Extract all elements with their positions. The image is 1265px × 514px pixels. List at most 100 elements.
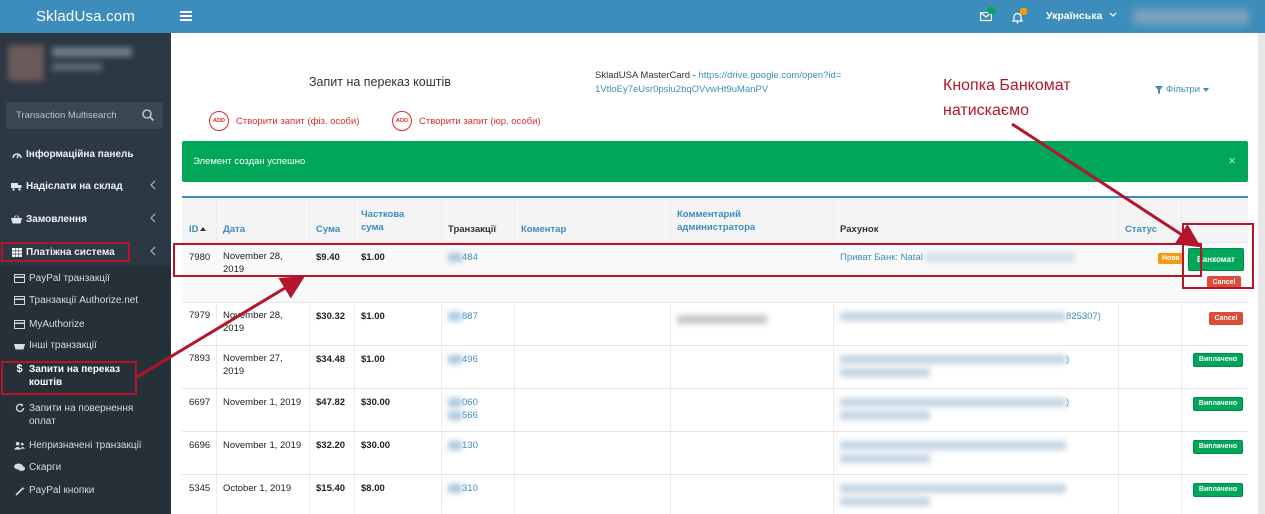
sidebar-item-myauthorize[interactable]: MyAuthorize bbox=[0, 319, 171, 330]
brand-logo[interactable]: SkladUsa.com bbox=[0, 0, 171, 33]
sidebar-item-paypal-buttons[interactable]: PayPal кнопки bbox=[0, 485, 171, 496]
sidebar-item-other-transactions[interactable]: Інші транзакції bbox=[0, 340, 171, 351]
column-header-date[interactable]: Дата bbox=[223, 223, 245, 236]
mail-badge bbox=[988, 7, 995, 14]
sidebar-item-label: Скарги bbox=[29, 462, 62, 473]
chevron-left-icon bbox=[150, 213, 156, 223]
sidebar-item-label: PayPal кнопки bbox=[29, 485, 95, 496]
create-individual-label: Створити запит (фіз. особи) bbox=[236, 115, 360, 127]
bell-icon[interactable] bbox=[1012, 8, 1027, 24]
create-company-label: Створити запит (юр. особи) bbox=[419, 115, 541, 127]
add-icon: ADD bbox=[209, 111, 229, 131]
sidebar-item-complaints[interactable]: Скарги bbox=[0, 462, 171, 473]
sidebar-item-label: Інформаційна панель bbox=[26, 148, 134, 160]
column-header-comment[interactable]: Коментар bbox=[521, 223, 566, 236]
annotation-callout: Кнопка Банкомат натискаємо bbox=[939, 73, 1099, 123]
create-company-request-button[interactable]: ADD Створити запит (юр. особи) bbox=[392, 111, 541, 131]
row-transaction-link[interactable]: 887 bbox=[448, 310, 478, 323]
row-partial-sum: $30.00 bbox=[361, 440, 391, 451]
mail-icon[interactable] bbox=[980, 7, 995, 23]
filters-label: Фільтри bbox=[1166, 84, 1201, 95]
create-individual-request-button[interactable]: ADD Створити запит (фіз. особи) bbox=[209, 111, 359, 131]
credit-card-icon bbox=[14, 273, 25, 283]
status-badge: Виплачено bbox=[1193, 483, 1243, 497]
row-id: 6697 bbox=[189, 397, 211, 408]
user-menu[interactable] bbox=[1133, 9, 1249, 25]
cancel-button[interactable]: Cancel bbox=[1209, 312, 1243, 325]
annotation-highlight-row bbox=[173, 243, 1202, 277]
annotation-highlight-atm-button bbox=[1182, 223, 1254, 289]
row-sum: $15.40 bbox=[316, 483, 346, 494]
close-icon[interactable]: × bbox=[1228, 153, 1236, 168]
sort-asc-icon bbox=[199, 227, 206, 231]
column-header-admin-comment[interactable]: Комментарий администратора bbox=[677, 208, 787, 234]
status-badge: Виплачено bbox=[1193, 353, 1243, 367]
row-date: November 1, 2019 bbox=[223, 397, 302, 408]
row-id: 7979 bbox=[189, 310, 211, 321]
sidebar-item-authorize-transactions[interactable]: Транзакції Authorize.net bbox=[0, 295, 171, 306]
users-icon bbox=[14, 440, 25, 450]
column-header-partial-sum[interactable]: Часткова сума bbox=[361, 208, 421, 234]
sidebar-item-dashboard[interactable]: Інформаційна панель bbox=[0, 144, 171, 164]
avatar bbox=[8, 45, 44, 81]
sidebar-item-orders[interactable]: Замовлення bbox=[0, 209, 171, 229]
row-account[interactable]: ) bbox=[840, 353, 1080, 379]
chevron-left-icon bbox=[150, 246, 156, 256]
sidebar-item-label: Інші транзакції bbox=[29, 340, 97, 351]
row-transaction-link[interactable]: 310 bbox=[448, 482, 478, 495]
column-header-id[interactable]: ID bbox=[189, 223, 206, 236]
row-date: November 27, 2019 bbox=[223, 353, 283, 377]
annotation-highlight-payment-system bbox=[1, 242, 130, 262]
sidebar-item-unassigned-transactions[interactable]: Непризначені транзакції bbox=[0, 440, 171, 451]
caret-down-icon bbox=[1203, 87, 1210, 92]
row-account[interactable] bbox=[840, 439, 1080, 465]
sidebar-item-label: Транзакції Authorize.net bbox=[29, 295, 139, 306]
basket-icon bbox=[11, 214, 22, 224]
language-selector[interactable]: Українська bbox=[1046, 10, 1102, 22]
row-transaction-link[interactable]: 496 bbox=[448, 353, 478, 366]
row-transaction-link[interactable]: 130 bbox=[448, 439, 478, 452]
sidebar-item-paypal-transactions[interactable]: PayPal транзакції bbox=[0, 273, 171, 284]
column-header-status[interactable]: Статус bbox=[1125, 223, 1157, 236]
row-id: 7893 bbox=[189, 353, 211, 364]
row-account[interactable]: 825307) bbox=[840, 310, 1101, 323]
scrollbar[interactable] bbox=[1258, 33, 1265, 514]
search-icon[interactable] bbox=[141, 108, 155, 122]
credit-card-icon bbox=[14, 295, 25, 305]
row-sum: $32.20 bbox=[316, 440, 346, 451]
row-sum: $34.48 bbox=[316, 354, 346, 365]
hamburger-icon[interactable] bbox=[180, 10, 192, 22]
filters-dropdown[interactable]: Фільтри bbox=[1155, 84, 1210, 95]
row-account[interactable]: ) bbox=[840, 396, 1080, 422]
row-partial-sum: $1.00 bbox=[361, 354, 385, 365]
search-input[interactable]: Transaction Multisearch bbox=[6, 102, 163, 129]
status-badge: Виплачено bbox=[1193, 397, 1243, 411]
sidebar-item-label: Замовлення bbox=[26, 213, 87, 225]
user-name-blurred bbox=[52, 47, 132, 57]
refresh-icon bbox=[14, 402, 25, 413]
filter-icon bbox=[1155, 85, 1163, 94]
success-alert: Элемент создан успешно × bbox=[182, 141, 1248, 182]
caret-down-icon[interactable] bbox=[1109, 12, 1117, 18]
annotation-highlight-transfer-requests bbox=[1, 361, 137, 395]
dashboard-icon bbox=[11, 150, 22, 159]
notification-badge bbox=[1020, 8, 1027, 15]
table-row[interactable] bbox=[182, 345, 1248, 388]
user-status-blurred bbox=[52, 63, 102, 71]
sidebar-item-label: MyAuthorize bbox=[29, 319, 85, 330]
table-row[interactable] bbox=[182, 388, 1248, 431]
row-transaction-link[interactable]: 060 566 bbox=[448, 396, 478, 422]
search-placeholder: Transaction Multisearch bbox=[16, 110, 117, 121]
row-account[interactable] bbox=[840, 482, 1080, 508]
row-date: November 28, 2019 bbox=[223, 310, 283, 334]
alert-message: Элемент создан успешно bbox=[193, 156, 306, 167]
sidebar-item-refund-requests[interactable]: Запити на повернення оплат bbox=[0, 402, 171, 428]
sidebar-item-label: Надіслати на склад bbox=[26, 180, 123, 192]
row-date: October 1, 2019 bbox=[223, 483, 292, 494]
column-header-sum[interactable]: Сума bbox=[316, 223, 340, 236]
row-date: November 1, 2019 bbox=[223, 440, 302, 451]
top-navbar: Українська bbox=[171, 0, 1265, 33]
credit-card-icon bbox=[14, 319, 25, 329]
table-row[interactable] bbox=[182, 431, 1248, 474]
sidebar-item-ship-to-warehouse[interactable]: Надіслати на склад bbox=[0, 176, 171, 196]
